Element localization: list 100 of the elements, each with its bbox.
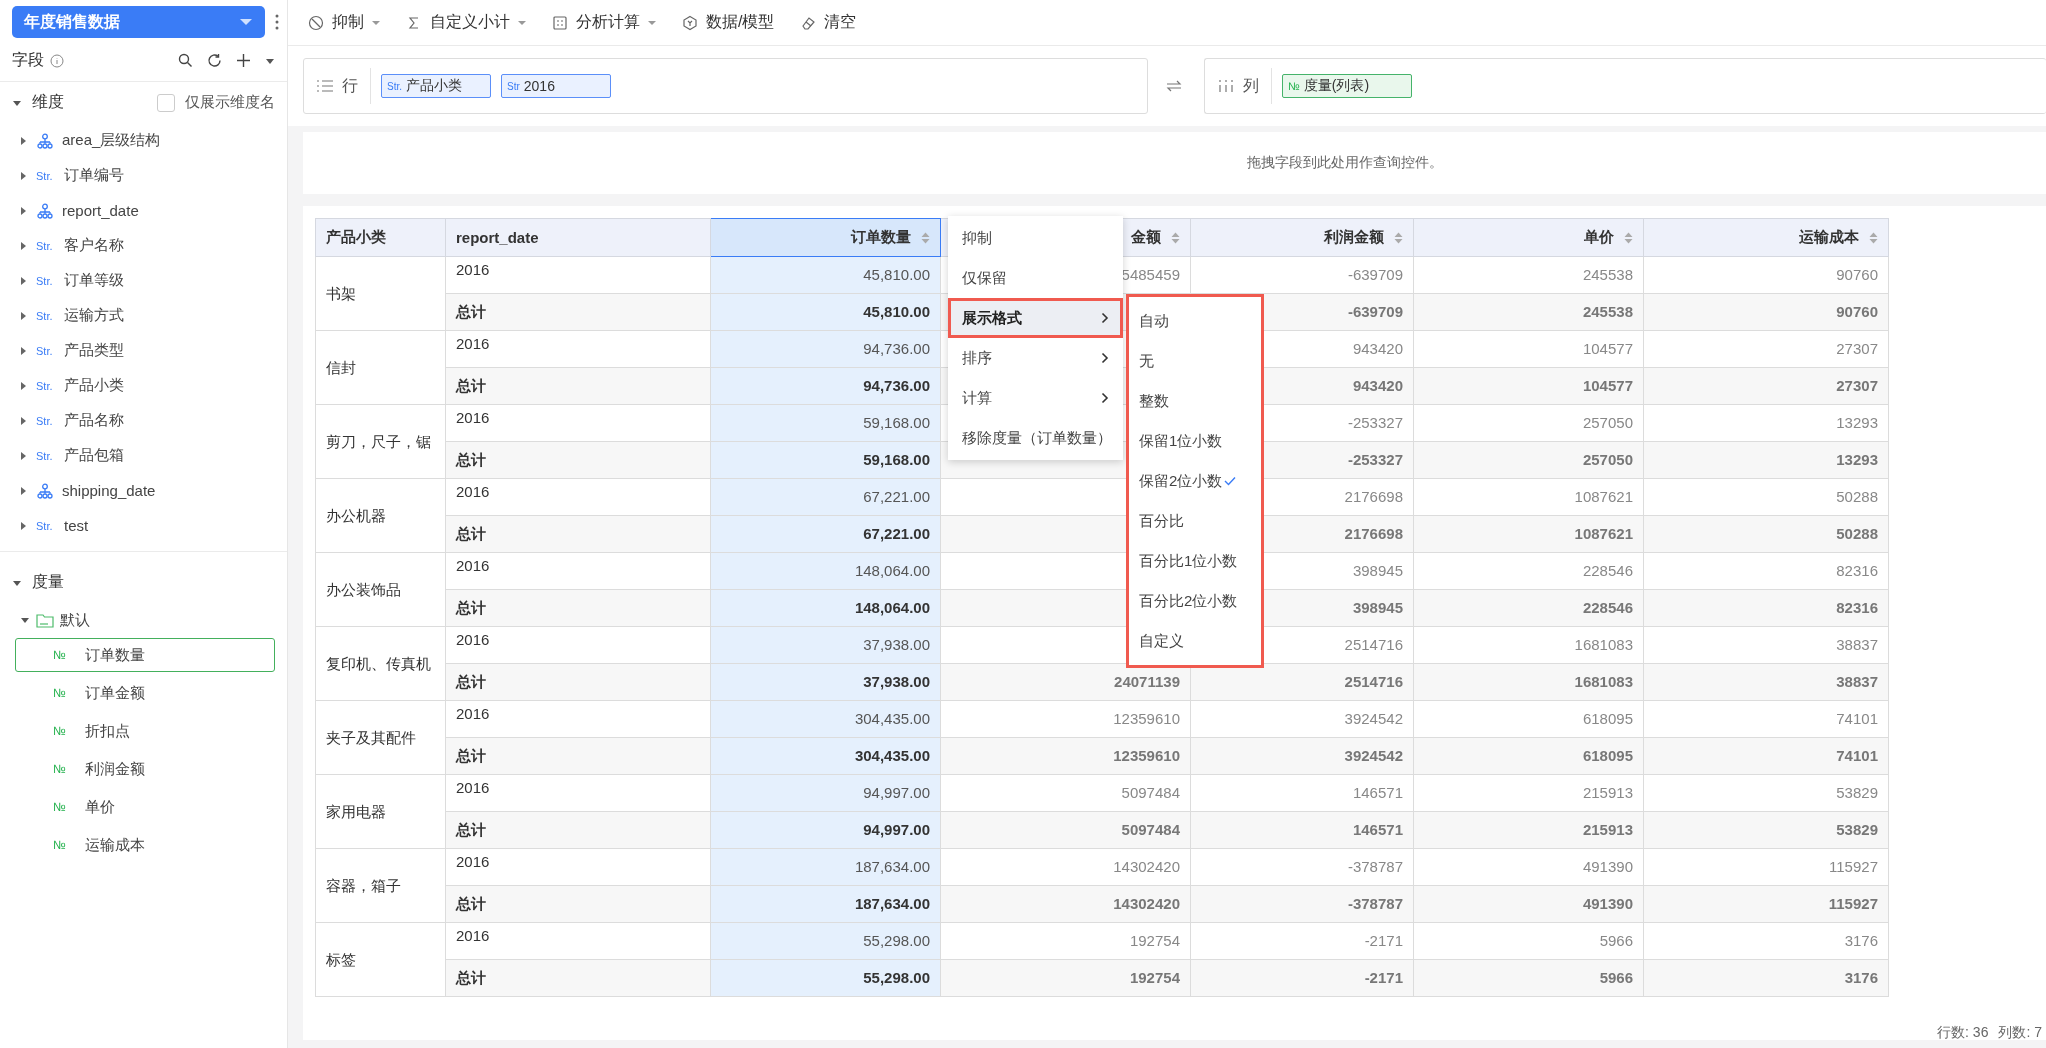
table-cell: 491390 — [1413, 885, 1644, 923]
table-cell: 2016 — [445, 404, 711, 442]
collapse-caret-icon[interactable] — [20, 615, 30, 625]
expand-caret-icon[interactable] — [18, 380, 28, 391]
table-cell: 1087621 — [1413, 478, 1644, 516]
table-cell: 书架 — [315, 256, 446, 331]
expand-caret-icon[interactable] — [18, 275, 28, 286]
column-header[interactable]: 单价 — [1413, 218, 1644, 257]
dimension-field[interactable]: 产品类型 — [64, 341, 124, 360]
toolbar-button[interactable]: 抑制 — [308, 12, 380, 33]
table-cell: 618095 — [1413, 737, 1644, 775]
dimension-field[interactable]: 客户名称 — [64, 236, 124, 255]
expand-caret-icon[interactable] — [18, 170, 28, 181]
toolbar-button[interactable]: 清空 — [800, 12, 857, 33]
table-cell: 5097484 — [940, 811, 1191, 849]
more-icon[interactable] — [275, 14, 279, 30]
menu-item[interactable]: 展示格式 — [948, 298, 1123, 338]
folder-name[interactable]: 默认 — [60, 610, 90, 630]
table-cell: -639709 — [1190, 256, 1414, 294]
table-cell: 办公机器 — [315, 478, 446, 553]
plus-icon[interactable] — [236, 53, 251, 68]
table-cell: 标签 — [315, 922, 446, 997]
filter-drop-hint: 拖拽字段到此处用作查询控件。 — [1246, 154, 1443, 172]
menu-item[interactable]: 仅保留 — [948, 258, 1123, 298]
table-cell: -378787 — [1190, 885, 1414, 923]
type-label: Str. — [36, 169, 54, 182]
table-cell: 146571 — [1190, 774, 1414, 812]
table-cell: 总计 — [445, 441, 711, 479]
column-header[interactable]: report_date — [445, 218, 711, 257]
dimension-field[interactable]: 订单等级 — [64, 271, 124, 290]
menu-item[interactable]: 排序 — [948, 338, 1123, 378]
table-cell: 215913 — [1413, 774, 1644, 812]
table-cell: 总计 — [445, 959, 711, 997]
hierarchy-icon — [36, 132, 54, 149]
table-cell: 94,736.00 — [710, 367, 941, 405]
expand-caret-icon[interactable] — [18, 345, 28, 356]
column-header[interactable]: 产品小类 — [315, 218, 446, 257]
dimension-field[interactable]: test — [64, 517, 89, 534]
menu-item[interactable]: 抑制 — [948, 218, 1123, 258]
toolbar-button[interactable]: 自定义小计 — [406, 12, 526, 33]
check-icon — [1224, 476, 1237, 486]
shelf-label: 列 — [1243, 75, 1259, 96]
checkbox-label: 仅展示维度名 — [185, 93, 275, 112]
expand-caret-icon[interactable] — [18, 415, 28, 426]
refresh-icon[interactable] — [207, 53, 222, 68]
expand-caret-icon[interactable] — [18, 205, 28, 216]
table-cell: 257050 — [1413, 441, 1644, 479]
measure-field[interactable]: № 订单金额 — [15, 676, 275, 710]
dimension-field[interactable]: shipping_date — [62, 482, 156, 499]
dimension-field[interactable]: 订单编号 — [64, 166, 124, 185]
checkbox[interactable] — [157, 93, 175, 112]
measure-field[interactable]: № 订单数量 — [15, 638, 275, 672]
dimension-field[interactable]: report_date — [62, 202, 139, 219]
measure-field[interactable]: № 折扣点 — [15, 714, 275, 748]
expand-caret-icon[interactable] — [18, 310, 28, 321]
toolbar-button[interactable]: 分析计算 — [552, 12, 656, 33]
dimension-field[interactable]: 运输方式 — [64, 306, 124, 325]
menu-item[interactable]: 计算 — [948, 378, 1123, 418]
measure-field[interactable]: № 运输成本 — [15, 828, 275, 862]
section-title: 维度 — [32, 92, 64, 112]
swap-icon[interactable] — [1166, 80, 1182, 92]
table-cell: 67,221.00 — [710, 515, 941, 553]
measure-field[interactable]: № 利润金额 — [15, 752, 275, 786]
expand-caret-icon[interactable] — [18, 135, 28, 146]
table-cell: -2171 — [1190, 922, 1414, 960]
expand-caret-icon[interactable] — [18, 450, 28, 461]
expand-caret-icon[interactable] — [18, 240, 28, 251]
toolbar-button[interactable]: 数据/模型 — [682, 12, 775, 33]
column-header[interactable]: 订单数量 — [710, 218, 941, 257]
table-cell: 总计 — [445, 515, 711, 553]
dimension-field[interactable]: 产品包箱 — [64, 446, 124, 465]
expand-caret-icon[interactable] — [18, 485, 28, 496]
field-chip[interactable]: Str 2016 — [501, 74, 611, 98]
table-cell: 90760 — [1643, 293, 1889, 331]
table-cell: 1681083 — [1413, 663, 1644, 701]
search-icon[interactable] — [178, 53, 193, 68]
dimension-field[interactable]: area_层级结构 — [62, 131, 161, 150]
measure-field[interactable]: № 单价 — [15, 790, 275, 824]
table-cell: 信封 — [315, 330, 446, 405]
table-cell: 办公装饰品 — [315, 552, 446, 627]
table-cell: 容器，箱子 — [315, 848, 446, 923]
dataset-dropdown[interactable]: 年度销售数据 — [12, 6, 265, 38]
table-cell: 94,736.00 — [710, 330, 941, 368]
field-chip[interactable]: № 度量(列表) — [1282, 74, 1412, 98]
table-cell: 13293 — [1643, 404, 1889, 442]
table-cell: 146571 — [1190, 811, 1414, 849]
field-chip[interactable]: Str. 产品小类 — [381, 74, 491, 98]
table-cell: 94,997.00 — [710, 811, 941, 849]
table-cell: 304,435.00 — [710, 700, 941, 738]
expand-caret-icon[interactable] — [18, 520, 28, 531]
column-header[interactable]: 运输成本 — [1643, 218, 1889, 257]
dimension-field[interactable]: 产品名称 — [64, 411, 124, 430]
table-cell: 187,634.00 — [710, 885, 941, 923]
dimension-field[interactable]: 产品小类 — [64, 376, 124, 395]
table-cell: 491390 — [1413, 848, 1644, 886]
table-cell: 187,634.00 — [710, 848, 941, 886]
menu-item[interactable]: 移除度量（订单数量） — [948, 418, 1123, 458]
table-cell: 3924542 — [1190, 700, 1414, 738]
table-cell: 50288 — [1643, 515, 1889, 553]
column-header[interactable]: 利润金额 — [1190, 218, 1414, 257]
